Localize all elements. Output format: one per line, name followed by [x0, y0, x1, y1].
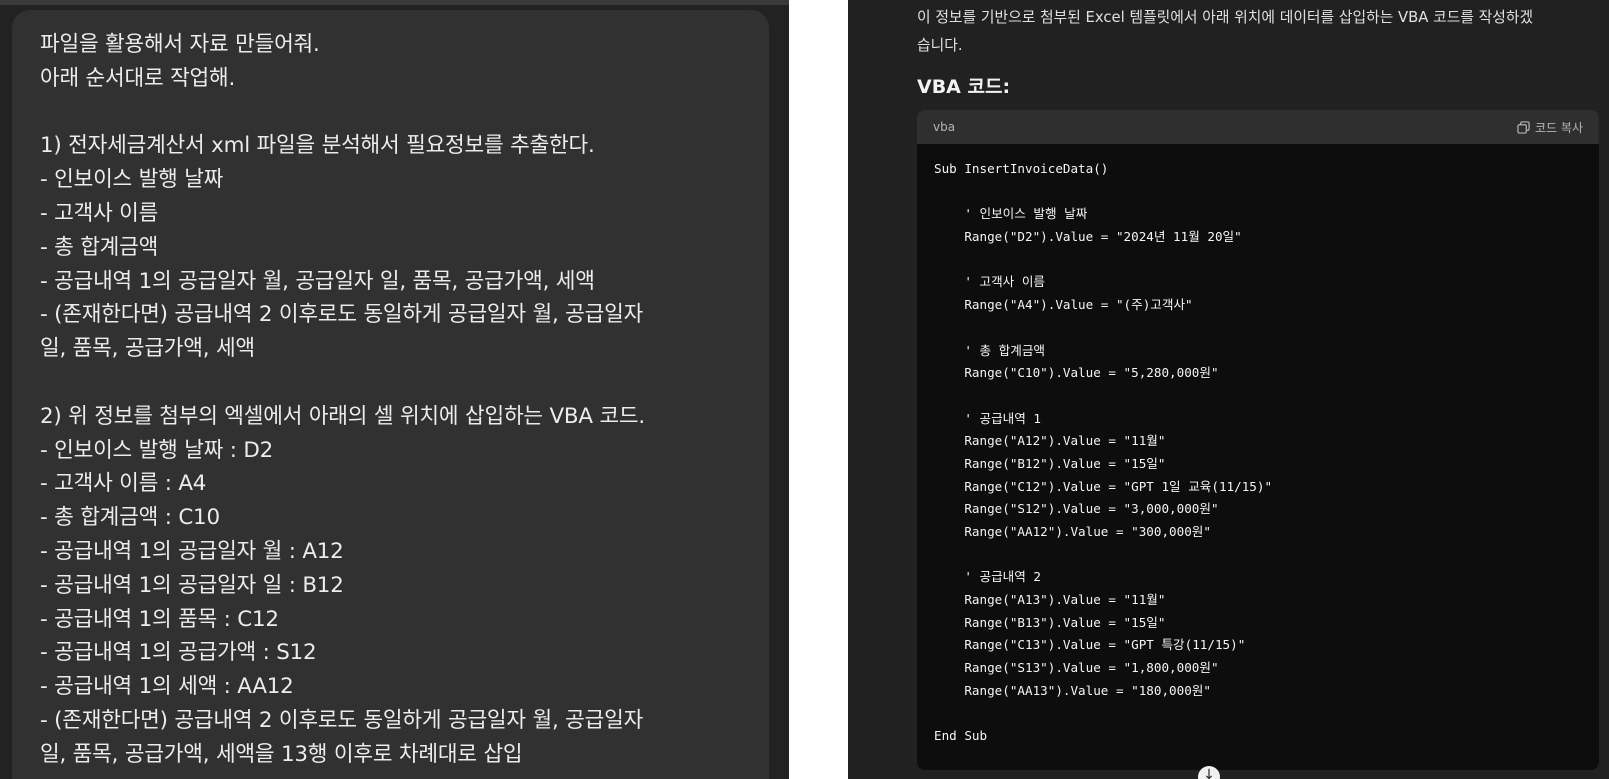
- message-line: [40, 96, 741, 130]
- message-line: - 고객사 이름: [40, 200, 159, 226]
- assistant-response-panel: 이 정보를 기반으로 첨부된 Excel 템플릿에서 아래 위치에 데이터를 삽…: [848, 0, 1609, 779]
- code-line: Range("S12").Value = "3,000,000원": [934, 501, 1219, 517]
- code-line: ' 총 합계금액: [934, 342, 1046, 358]
- message-line: - 공급내역 1의 공급일자 월 : A12: [40, 538, 344, 564]
- code-line: Range("A12").Value = "11월": [934, 433, 1166, 449]
- message-line: 아래 순서대로 작업해.: [40, 65, 236, 91]
- code-section-heading: VBA 코드:: [917, 76, 1011, 98]
- user-message-text: 파일을 활용해서 자료 만들어줘. 아래 순서대로 작업해. 1) 전자세금계산서 …: [40, 28, 741, 772]
- intro-line: 습니다.: [917, 37, 963, 54]
- message-line: - (존재한다면) 공급내역 2 이후로도 동일하게 공급일자 월, 공급일자: [40, 707, 644, 733]
- code-line: Sub InsertInvoiceData(): [934, 161, 1109, 176]
- message-line: - 인보이스 발행 날짜 : D2: [40, 437, 274, 463]
- code-line: Range("AA12").Value = "300,000원": [934, 524, 1211, 539]
- message-line: - (존재한다면) 공급내역 2 이후로도 동일하게 공급일자 월, 공급일자: [40, 302, 644, 328]
- message-line: [40, 366, 741, 400]
- code-line: ' 공급내역 1: [934, 410, 1042, 426]
- message-line: 1) 전자세금계산서 xml 파일을 분석해서 필요정보를 추출한다.: [40, 133, 595, 159]
- arrow-down-icon: ↓: [1203, 767, 1215, 779]
- code-language-label: vba: [933, 120, 956, 134]
- user-message-bubble: 파일을 활용해서 자료 만들어줘. 아래 순서대로 작업해. 1) 전자세금계산서 …: [12, 10, 769, 779]
- code-line: ' 고객사 이름: [934, 274, 1046, 290]
- code-body: Sub InsertInvoiceData() ' 인보이스 발행 날짜 Ran…: [917, 144, 1599, 748]
- message-line: - 고객사 이름 : A4: [40, 471, 207, 497]
- panel-top-divider: [0, 0, 789, 5]
- message-line: - 공급내역 1의 공급일자 일 : B12: [40, 572, 344, 598]
- message-line: - 인보이스 발행 날짜: [40, 167, 224, 193]
- code-line: Range("AA13").Value = "180,000원": [934, 682, 1211, 698]
- copy-icon: [1517, 120, 1530, 134]
- response-intro-paragraph: 이 정보를 기반으로 첨부된 Excel 템플릿에서 아래 위치에 데이터를 삽…: [917, 4, 1607, 60]
- message-line: - 총 합계금액: [40, 234, 159, 260]
- code-line: Range("C10").Value = "5,280,000원": [934, 365, 1219, 381]
- code-block: vba 코드 복사 Sub InsertInvoiceData() ' 인보이스…: [917, 110, 1599, 770]
- panel-gutter: [789, 0, 848, 779]
- code-line: Range("B12").Value = "15일": [934, 455, 1166, 471]
- message-line: - 공급내역 1의 세액 : AA12: [40, 674, 294, 700]
- code-line: Range("A4").Value = "(주)고객사": [934, 297, 1193, 313]
- message-line: - 공급내역 1의 품목 : C12: [40, 606, 279, 632]
- message-line: 파일을 활용해서 자료 만들어줘.: [40, 32, 320, 57]
- copy-code-button[interactable]: 코드 복사: [1517, 119, 1583, 136]
- code-line: End Sub: [934, 728, 988, 744]
- code-line: Range("C13").Value = "GPT 특강(11/15)": [934, 637, 1246, 653]
- code-line: Range("D2").Value = "2024년 11월 20일": [934, 229, 1242, 245]
- code-line: Range("A13").Value = "11월": [934, 592, 1166, 608]
- code-line: ' 공급내역 2: [934, 569, 1042, 585]
- message-line: 일, 품목, 공급가액, 세액: [40, 336, 255, 362]
- message-line: - 공급내역 1의 공급가액 : S12: [40, 640, 317, 666]
- message-line: 2) 위 정보를 첨부의 엑셀에서 아래의 셀 위치에 삽입하는 VBA 코드.: [40, 403, 645, 429]
- code-line: ' 인보이스 발행 날짜: [934, 206, 1088, 222]
- code-block-header: vba 코드 복사: [917, 110, 1599, 144]
- copy-code-label: 코드 복사: [1535, 120, 1583, 135]
- code-line: Range("S13").Value = "1,800,000원": [934, 660, 1219, 676]
- message-line: - 총 합계금액 : C10: [40, 505, 220, 531]
- message-line: - 공급내역 1의 공급일자 월, 공급일자 일, 품목, 공급가액, 세액: [40, 268, 595, 294]
- code-line: Range("C12").Value = "GPT 1일 교육(11/15)": [934, 478, 1273, 494]
- intro-line: 이 정보를 기반으로 첨부된 Excel 템플릿에서 아래 위치에 데이터를 삽…: [917, 9, 1534, 26]
- code-line: Range("B13").Value = "15일": [934, 614, 1166, 630]
- message-line: 일, 품목, 공급가액, 세액을 13행 이후로 차례대로 삽입: [40, 741, 523, 767]
- user-chat-panel: 파일을 활용해서 자료 만들어줘. 아래 순서대로 작업해. 1) 전자세금계산서 …: [0, 0, 789, 779]
